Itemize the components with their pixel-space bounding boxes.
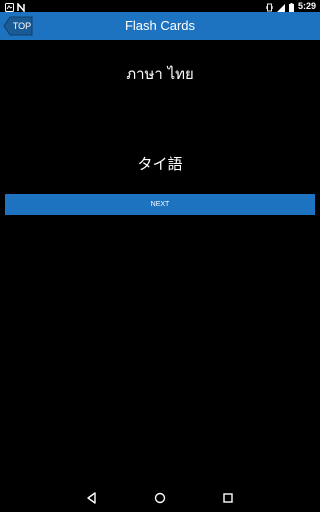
home-icon[interactable] xyxy=(152,490,168,506)
page-title: Flash Cards xyxy=(124,18,196,33)
status-right: 5:29 xyxy=(265,0,316,12)
top-back-label: TOP xyxy=(12,21,32,31)
card-front-text: ภาษา ไทย xyxy=(126,65,194,83)
back-icon[interactable] xyxy=(84,490,100,506)
status-time: 5:29 xyxy=(297,1,316,11)
status-bar: 5:29 xyxy=(0,0,320,13)
status-left xyxy=(5,1,25,13)
app-bar: TOP Flash Cards xyxy=(0,12,320,40)
screen: 5:29 TOP Flash Cards ภาษา ไทย タイ語 NEXT xyxy=(0,0,320,512)
recents-icon[interactable] xyxy=(220,490,236,506)
card-back-text: タイ語 xyxy=(137,155,183,173)
top-back-button[interactable]: TOP xyxy=(3,16,33,36)
next-button[interactable]: NEXT xyxy=(5,194,315,215)
navigation-bar xyxy=(0,484,320,512)
